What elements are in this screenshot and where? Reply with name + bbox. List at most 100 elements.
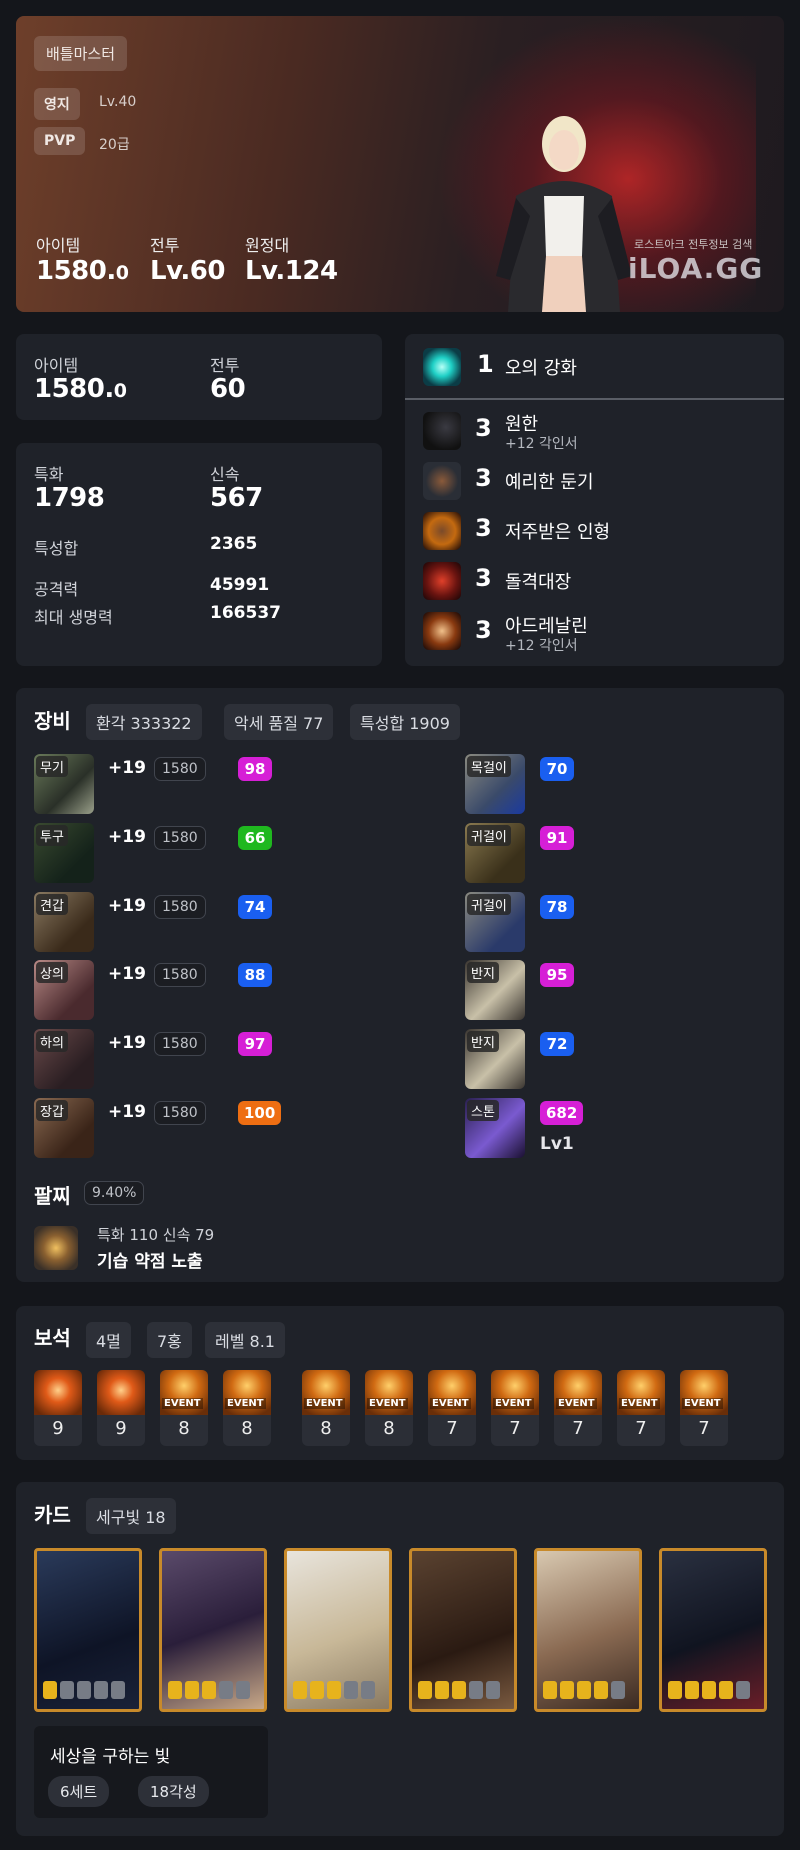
card[interactable] bbox=[284, 1548, 392, 1712]
estate-value: Lv.40 bbox=[99, 94, 137, 110]
ring-icon: 반지 bbox=[465, 960, 525, 1020]
card-set-name: 세상을 구하는 빛 bbox=[50, 1747, 171, 1767]
profile-banner: 배틀마스터 영지 Lv.40 PVP 20급 아이템 1580.0 전투 Lv.… bbox=[16, 16, 784, 312]
engraving-name: 저주받은 인형 bbox=[505, 522, 611, 543]
shoulder-icon: 견갑 bbox=[34, 892, 94, 952]
awakening-gem-icon bbox=[185, 1681, 199, 1699]
class-engraving-name: 오의 강화 bbox=[505, 358, 577, 379]
engraving-level: 3 bbox=[475, 464, 492, 492]
awakening-gems bbox=[43, 1681, 125, 1699]
equipment-row-pants[interactable]: 하의 +19 1580 97 bbox=[34, 1029, 364, 1091]
awakening-gem-icon bbox=[60, 1681, 74, 1699]
card[interactable] bbox=[409, 1548, 517, 1712]
gem[interactable]: EVENT 8 bbox=[223, 1370, 271, 1446]
crit-value: 1798 bbox=[34, 483, 105, 513]
gem[interactable]: EVENT 8 bbox=[160, 1370, 208, 1446]
gem[interactable]: EVENT 7 bbox=[428, 1370, 476, 1446]
bracelet-icon[interactable] bbox=[34, 1226, 78, 1270]
attack-value: 45991 bbox=[210, 575, 270, 595]
awakening-gem-icon bbox=[594, 1681, 608, 1699]
stat-total-value: 2365 bbox=[210, 534, 258, 554]
summary-combat-value: 60 bbox=[210, 374, 246, 404]
stone-icon: 스톤 bbox=[465, 1098, 525, 1158]
gem-icon bbox=[97, 1370, 145, 1415]
stone-level: Lv1 bbox=[540, 1134, 574, 1154]
equipment-row-shoulder[interactable]: 견갑 +19 1580 74 bbox=[34, 892, 364, 954]
engraving-icon-wonhan bbox=[423, 412, 461, 450]
cards-chip-set: 세구빛 18 bbox=[86, 1498, 176, 1534]
honing-level: +19 bbox=[108, 1033, 146, 1053]
card[interactable] bbox=[159, 1548, 267, 1712]
gem[interactable]: EVENT 7 bbox=[680, 1370, 728, 1446]
awakening-gem-icon bbox=[111, 1681, 125, 1699]
attack-label: 공격력 bbox=[34, 580, 79, 599]
accessory-row-necklace[interactable]: 목걸이 70 bbox=[465, 754, 665, 816]
gem[interactable]: 9 bbox=[97, 1370, 145, 1446]
equipment-row-gloves[interactable]: 장갑 +19 1580 100 bbox=[34, 1098, 364, 1160]
gem-level: 8 bbox=[320, 1418, 332, 1439]
awakening-gem-icon bbox=[202, 1681, 216, 1699]
awakening-gem-icon bbox=[469, 1681, 483, 1699]
awakening-gem-icon bbox=[293, 1681, 307, 1699]
awakening-gem-icon bbox=[543, 1681, 557, 1699]
gem-level: 9 bbox=[115, 1418, 127, 1439]
summary-item-label: 아이템 bbox=[34, 356, 79, 375]
equipment-row-weapon[interactable]: 무기 +19 1580 98 bbox=[34, 754, 364, 816]
gem[interactable]: EVENT 8 bbox=[302, 1370, 350, 1446]
card[interactable] bbox=[659, 1548, 767, 1712]
quality-badge: 78 bbox=[540, 895, 574, 919]
equipment-row-chest[interactable]: 상의 +19 1580 88 bbox=[34, 960, 364, 1022]
gem[interactable]: EVENT 7 bbox=[491, 1370, 539, 1446]
combat-level-value: Lv.60 bbox=[150, 256, 225, 286]
equipment-row-helmet[interactable]: 투구 +19 1580 66 bbox=[34, 823, 364, 885]
awakening-gem-icon bbox=[702, 1681, 716, 1699]
gem[interactable]: EVENT 7 bbox=[617, 1370, 665, 1446]
accessory-row-ring-1[interactable]: 반지 95 bbox=[465, 960, 665, 1022]
engraving-name: 돌격대장 bbox=[505, 572, 572, 593]
summary-item-value: 1580.0 bbox=[34, 374, 127, 404]
gloves-icon: 장갑 bbox=[34, 1098, 94, 1158]
card[interactable] bbox=[34, 1548, 142, 1712]
crit-label: 특화 bbox=[34, 465, 64, 484]
quality-badge: 97 bbox=[238, 1032, 272, 1056]
gem[interactable]: EVENT 8 bbox=[365, 1370, 413, 1446]
stats-panel: 특화 1798 신속 567 특성합 2365 공격력 45991 최대 생명력… bbox=[16, 443, 382, 666]
accessory-row-ring-2[interactable]: 반지 72 bbox=[465, 1029, 665, 1091]
gem[interactable]: EVENT 7 bbox=[554, 1370, 602, 1446]
card-list bbox=[16, 1548, 784, 1718]
engraving-icon-doll bbox=[423, 512, 461, 550]
engraving-divider bbox=[405, 398, 784, 400]
gem-level: 8 bbox=[178, 1418, 190, 1439]
gem-level: 7 bbox=[446, 1418, 458, 1439]
equipment-chip-elixir: 환각 333322 bbox=[86, 704, 202, 740]
gem-level: 7 bbox=[698, 1418, 710, 1439]
awakening-gem-icon bbox=[452, 1681, 466, 1699]
honing-level: +19 bbox=[108, 1102, 146, 1122]
accessory-row-earring-1[interactable]: 귀걸이 91 bbox=[465, 823, 665, 885]
estate-badge: 영지 bbox=[34, 88, 80, 120]
awakening-gem-icon bbox=[486, 1681, 500, 1699]
engraving-sub: +12 각인서 bbox=[505, 638, 578, 654]
card[interactable] bbox=[534, 1548, 642, 1712]
engraving-icon-charge bbox=[423, 562, 461, 600]
swift-value: 567 bbox=[210, 483, 263, 513]
pvp-badge: PVP bbox=[34, 127, 86, 155]
stat-total-label: 특성합 bbox=[34, 539, 79, 558]
accessory-row-stone[interactable]: 스톤 682 Lv1 bbox=[465, 1098, 665, 1160]
bracelet-stats: 특화 110 신속 79 bbox=[97, 1226, 215, 1244]
roster-level-value: Lv.124 bbox=[245, 256, 338, 286]
event-label: EVENT bbox=[162, 1398, 203, 1409]
gems-chip-doom: 4멸 bbox=[86, 1322, 131, 1358]
quality-badge: 88 bbox=[238, 963, 272, 987]
accessory-row-earring-2[interactable]: 귀걸이 78 bbox=[465, 892, 665, 954]
honing-level: +19 bbox=[108, 964, 146, 984]
class-badge: 배틀마스터 bbox=[34, 36, 128, 71]
cards-panel: 카드 세구빛 18 세상을 구하는 빛 6세트 18각성 bbox=[16, 1482, 784, 1836]
gem[interactable]: 9 bbox=[34, 1370, 82, 1446]
engraving-level: 3 bbox=[475, 414, 492, 442]
quality-badge: 95 bbox=[540, 963, 574, 987]
awakening-gems bbox=[168, 1681, 250, 1699]
item-level-chip: 1580 bbox=[154, 826, 206, 850]
engraving-name: 예리한 둔기 bbox=[505, 472, 594, 493]
event-label: EVENT bbox=[304, 1398, 345, 1409]
